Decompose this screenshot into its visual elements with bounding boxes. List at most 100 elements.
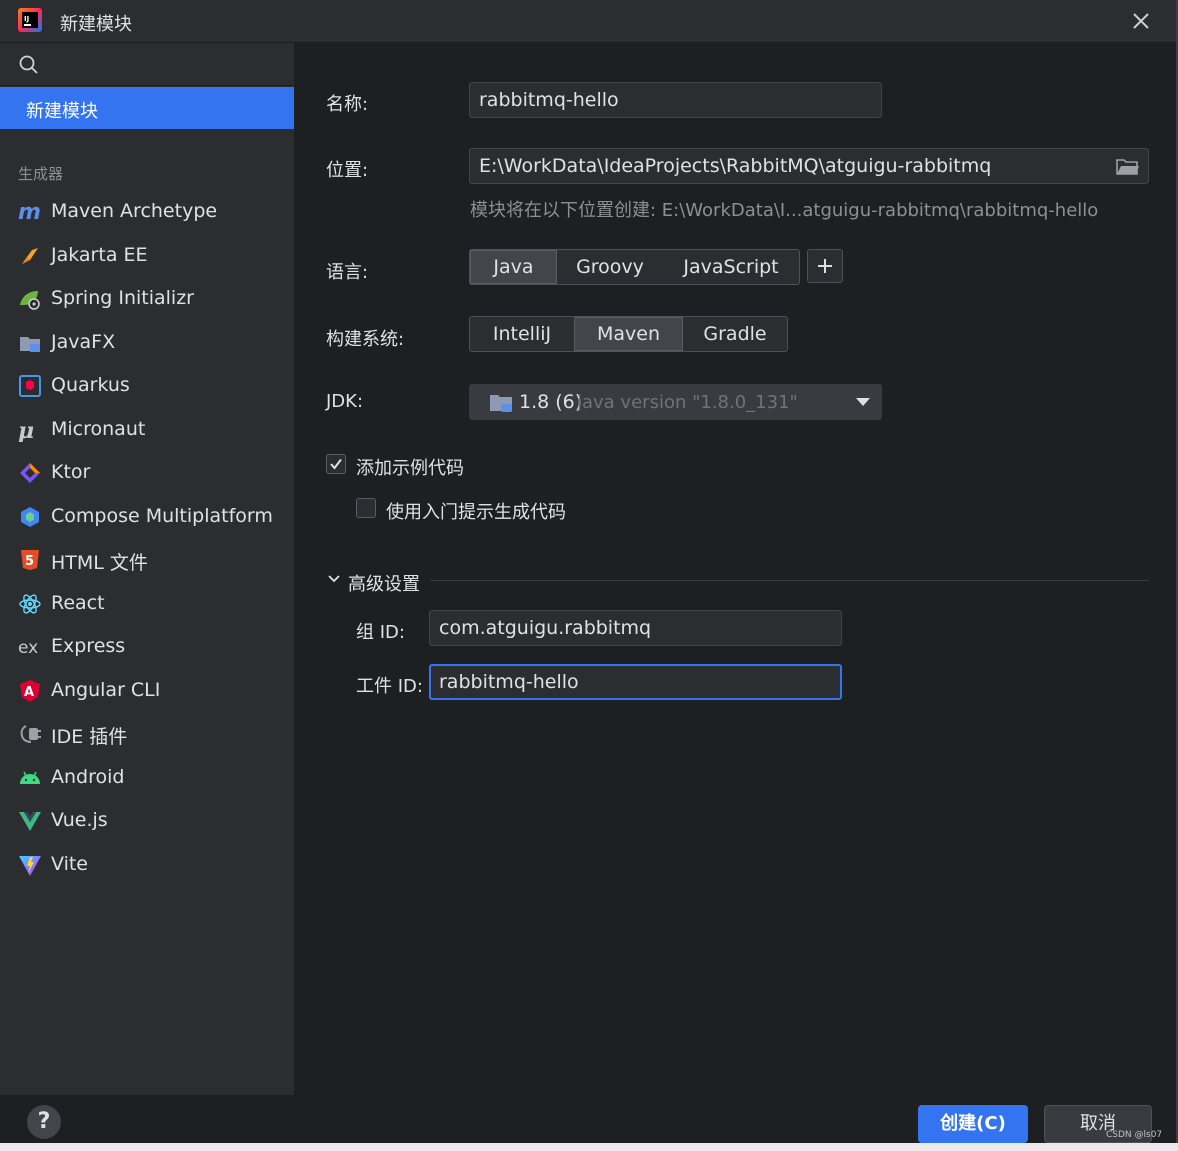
sidebar-item-label: IDE 插件: [51, 726, 128, 748]
sidebar-item-vuejs[interactable]: Vue.js: [0, 801, 294, 841]
sidebar-item-label: Express: [51, 635, 126, 657]
sidebar-item-android[interactable]: Android: [0, 758, 294, 798]
checkmark-icon: [330, 458, 342, 470]
title-bar: IJ 新建模块: [0, 0, 1176, 43]
jdk-version: 1.8 (6): [519, 391, 583, 413]
maven-icon: m: [18, 200, 41, 224]
language-selector: Java Groovy JavaScript: [469, 249, 800, 285]
svg-text:ex: ex: [18, 638, 38, 658]
name-label: 名称:: [326, 94, 369, 115]
sidebar-item-label: Angular CLI: [51, 679, 161, 701]
jdk-folder-icon: [490, 395, 512, 412]
artifact-id-label: 工件 ID:: [356, 676, 423, 697]
vue-icon: [19, 812, 41, 831]
chevron-down-icon[interactable]: [327, 573, 341, 585]
ktor-icon: [20, 463, 40, 483]
svg-text:IJ: IJ: [24, 15, 29, 23]
sidebar-item-label: Android: [51, 766, 125, 788]
name-input[interactable]: rabbitmq-hello: [469, 82, 882, 118]
sidebar-item-label: Micronaut: [51, 418, 146, 440]
intellij-logo-icon: IJ: [18, 8, 42, 32]
close-icon[interactable]: [1128, 8, 1154, 34]
sidebar-item-label: React: [51, 592, 105, 614]
plugin-icon: [20, 725, 41, 743]
sidebar-item-html-file[interactable]: 5 HTML 文件: [0, 540, 294, 580]
create-button[interactable]: 创建(C): [918, 1105, 1028, 1143]
sample-code-label: 添加示例代码: [356, 458, 464, 479]
new-module-dialog: IJ 新建模块 新建模块 生成器 m Maven Archetype Jakar…: [0, 0, 1178, 1143]
sidebar-item-label: Spring Initializr: [51, 287, 194, 309]
language-option-java[interactable]: Java: [470, 250, 557, 284]
artifact-id-input[interactable]: rabbitmq-hello: [429, 664, 842, 700]
sidebar-item-express[interactable]: ex Express: [0, 627, 294, 667]
watermark: CSDN @ls07: [1106, 1130, 1163, 1140]
sidebar-item-spring-initializr[interactable]: Spring Initializr: [0, 279, 294, 319]
sidebar-item-label: Quarkus: [51, 374, 130, 396]
help-button[interactable]: ?: [27, 1105, 61, 1139]
window-title: 新建模块: [60, 14, 132, 35]
sidebar-item-label: HTML 文件: [51, 552, 148, 574]
svg-text:A: A: [24, 685, 34, 700]
svg-text:m: m: [18, 200, 41, 224]
sidebar-item-label: 新建模块: [26, 101, 98, 122]
jdk-dropdown[interactable]: 1.8 (6) java version "1.8.0_131": [469, 384, 882, 420]
android-icon: [20, 771, 40, 784]
sidebar-item-label: Maven Archetype: [51, 200, 218, 222]
language-label: 语言:: [326, 262, 369, 283]
angular-icon: A: [20, 680, 40, 702]
group-id-label: 组 ID:: [356, 622, 405, 643]
location-input[interactable]: E:\WorkData\IdeaProjects\RabbitMQ\atguig…: [469, 148, 1149, 184]
micronaut-icon: μ: [18, 418, 34, 442]
build-system-selector: IntelliJ Maven Gradle: [469, 316, 788, 352]
build-option-gradle[interactable]: Gradle: [683, 317, 787, 351]
onboarding-tips-label: 使用入门提示生成代码: [386, 502, 566, 523]
sidebar-item-ktor[interactable]: Ktor: [0, 453, 294, 493]
sidebar-item-ide-plugin[interactable]: IDE 插件: [0, 714, 294, 754]
sidebar-item-label: Compose Multiplatform: [51, 505, 273, 527]
sidebar-item-javafx[interactable]: JavaFX: [0, 323, 294, 363]
sidebar-item-label: Vue.js: [51, 809, 108, 831]
location-value: E:\WorkData\IdeaProjects\RabbitMQ\atguig…: [479, 155, 992, 177]
sidebar-search[interactable]: [0, 43, 294, 86]
plus-icon: [818, 259, 832, 273]
quarkus-icon: [19, 375, 41, 397]
chevron-down-icon: [856, 398, 870, 406]
jakarta-icon: [22, 248, 38, 264]
sidebar-item-new-module[interactable]: 新建模块: [0, 87, 294, 129]
express-icon: ex: [18, 638, 38, 658]
vite-icon: [19, 856, 41, 876]
sidebar-item-label: JavaFX: [51, 331, 116, 353]
sidebar-item-quarkus[interactable]: Quarkus: [0, 366, 294, 406]
search-icon[interactable]: [18, 54, 40, 76]
sidebar-item-compose-multiplatform[interactable]: Compose Multiplatform: [0, 497, 294, 537]
sidebar-item-label: Vite: [51, 853, 88, 875]
build-option-intellij[interactable]: IntelliJ: [470, 317, 574, 351]
language-option-javascript[interactable]: JavaScript: [663, 250, 799, 284]
svg-text:5: 5: [25, 554, 34, 569]
onboarding-tips-checkbox[interactable]: [356, 498, 376, 518]
sidebar-item-jakarta-ee[interactable]: Jakarta EE: [0, 236, 294, 276]
location-label: 位置:: [326, 160, 369, 181]
compose-icon: [21, 507, 39, 527]
sidebar-item-react[interactable]: React: [0, 584, 294, 624]
react-icon: [19, 594, 41, 614]
generators-group-label: 生成器: [18, 165, 64, 183]
generator-sidebar: 新建模块 生成器 m Maven Archetype Jakarta EE Sp…: [0, 43, 295, 1095]
sidebar-item-label: Jakarta EE: [51, 244, 148, 266]
jdk-label: JDK:: [326, 391, 364, 412]
advanced-settings-toggle[interactable]: 高级设置: [348, 570, 420, 596]
build-option-maven[interactable]: Maven: [574, 317, 683, 351]
location-hint: 模块将在以下位置创建: E:\WorkData\I...atguigu-rabb…: [470, 200, 1099, 221]
sidebar-item-angular-cli[interactable]: A Angular CLI: [0, 671, 294, 711]
advanced-settings-divider: [430, 580, 1149, 581]
sidebar-item-vite[interactable]: Vite: [0, 845, 294, 885]
language-option-groovy[interactable]: Groovy: [557, 250, 663, 284]
sample-code-checkbox[interactable]: [326, 454, 346, 474]
add-language-button[interactable]: [807, 249, 843, 283]
sidebar-item-maven-archetype[interactable]: m Maven Archetype: [0, 192, 294, 232]
folder-browse-icon[interactable]: [1116, 157, 1140, 177]
spring-icon: [20, 291, 40, 310]
group-id-input[interactable]: com.atguigu.rabbitmq: [429, 610, 842, 646]
svg-text:μ: μ: [18, 418, 34, 442]
sidebar-item-micronaut[interactable]: μ Micronaut: [0, 410, 294, 450]
